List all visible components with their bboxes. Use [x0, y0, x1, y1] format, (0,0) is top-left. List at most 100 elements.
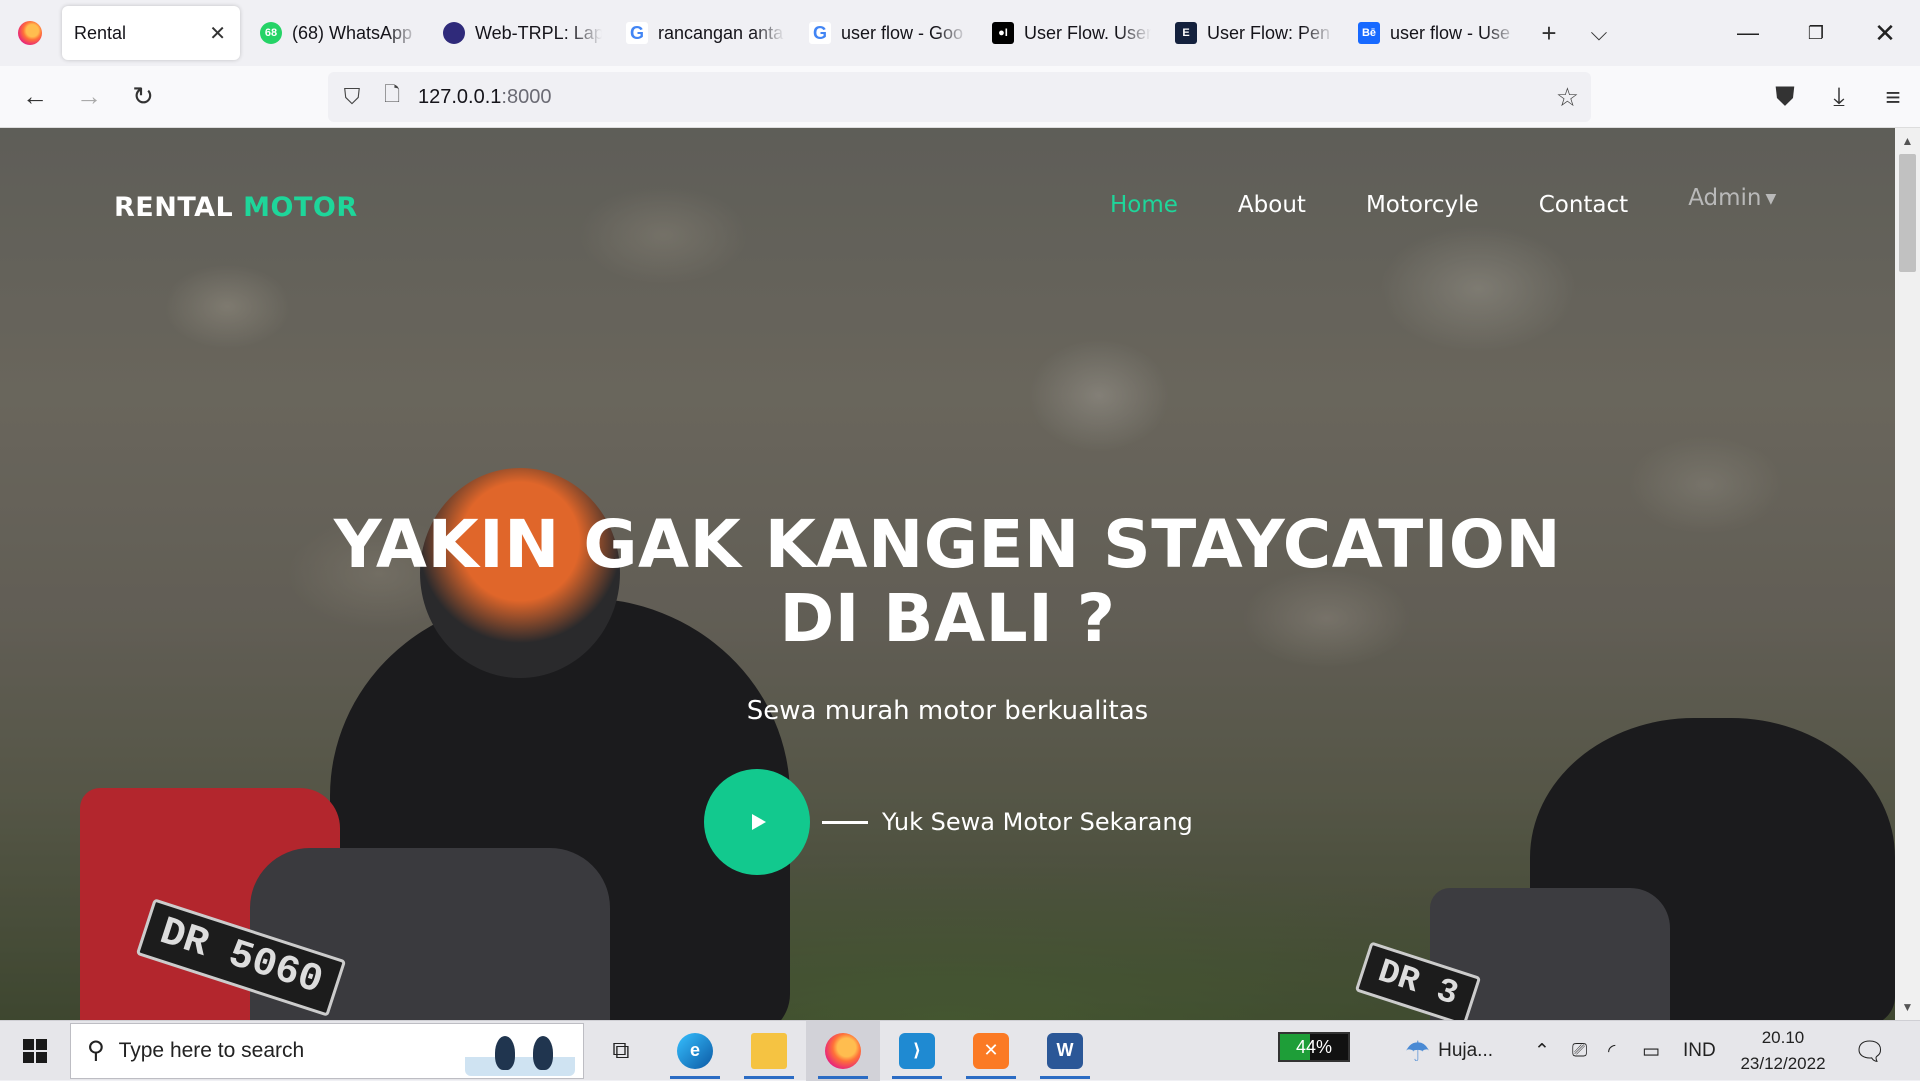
nav-admin-dropdown[interactable]: Admin ▼: [1688, 185, 1776, 211]
search-highlight-image: [465, 1027, 575, 1076]
close-icon[interactable]: ✕: [1852, 0, 1918, 66]
whatsapp-icon: 68: [260, 22, 282, 44]
page-icon: 🗋: [383, 84, 401, 106]
notification-icon[interactable]: 🗨: [1850, 1031, 1890, 1071]
nav-home[interactable]: Home: [1110, 192, 1178, 218]
tab-title: user flow - Goo: [841, 22, 964, 43]
task-view-icon[interactable]: ⧉: [584, 1021, 658, 1081]
caret-down-icon: ▼: [1765, 190, 1777, 207]
page-scrollbar[interactable]: ▲ ▼: [1895, 128, 1920, 1020]
meet-now-icon[interactable]: ⎚: [1572, 1021, 1587, 1081]
taskbar-search[interactable]: ⚲ Type here to search: [70, 1022, 584, 1079]
play-button[interactable]: [704, 769, 810, 875]
close-tab-icon[interactable]: ✕: [209, 21, 226, 46]
tab-rental[interactable]: Rental ✕: [62, 6, 240, 60]
hero-title: YAKIN GAK KANGEN STAYCATION DI BALI ?: [0, 508, 1895, 656]
shield-icon[interactable]: ⛉: [332, 77, 372, 117]
tab-rancangan[interactable]: G rancangan anta: [614, 6, 797, 60]
file-explorer-icon[interactable]: [732, 1021, 806, 1081]
language-indicator[interactable]: IND: [1683, 1021, 1716, 1081]
minimize-icon[interactable]: —: [1715, 0, 1781, 66]
url-port: :8000: [501, 85, 552, 108]
clock-date: 23/12/2022: [1740, 1054, 1826, 1073]
site-nav: Home About Motorcyle Contact Admin ▼: [1110, 185, 1836, 218]
browser-toolbar: ← → ↻ ⛉ 🗋 127.0.0.1:8000 ☆ ⛊ ⤓ ≡: [0, 66, 1920, 128]
tab-title: (68) WhatsApp: [292, 22, 413, 43]
cta-group: Yuk Sewa Motor Sekarang: [704, 769, 1193, 875]
bookmark-star-icon[interactable]: ☆: [1556, 82, 1579, 113]
address-bar[interactable]: ⛉ 🗋 127.0.0.1:8000 ☆: [328, 72, 1591, 122]
nav-about[interactable]: About: [1238, 192, 1306, 218]
windows-taskbar: ⚲ Type here to search ⧉ e ⟩ ✕ W 44% ☂ Hu…: [0, 1020, 1920, 1081]
rain-umbrella-icon: ☂: [1405, 1035, 1431, 1067]
nav-admin-label: Admin: [1688, 185, 1762, 211]
tab-web-trpl[interactable]: Web-TRPL: Lap: [431, 6, 614, 60]
tab-user-flow-google[interactable]: G user flow - Goo: [797, 6, 980, 60]
tab-user-flow-pen[interactable]: E User Flow: Pen: [1163, 6, 1346, 60]
show-hidden-icons[interactable]: ⌃: [1534, 1021, 1550, 1081]
tab-title: rancangan anta: [658, 22, 784, 43]
behance-icon: Bē: [1358, 22, 1380, 44]
plus-icon[interactable]: +: [1529, 13, 1569, 53]
tab-title: User Flow: Pen: [1207, 22, 1331, 43]
battery-meter[interactable]: 44%: [1278, 1032, 1350, 1062]
scroll-down-icon[interactable]: ▼: [1895, 996, 1920, 1018]
url-host: 127.0.0.1: [418, 85, 502, 108]
medium-icon: ●I: [992, 22, 1014, 44]
firefox-icon[interactable]: [18, 21, 42, 45]
reload-icon[interactable]: ↻: [116, 70, 170, 124]
edge-icon[interactable]: e: [658, 1021, 732, 1081]
search-icon: ⚲: [87, 1037, 105, 1064]
firefox-taskbar-icon[interactable]: [806, 1020, 880, 1081]
hero-title-line1: YAKIN GAK KANGEN STAYCATION: [333, 506, 1562, 583]
word-icon[interactable]: W: [1028, 1021, 1102, 1081]
download-icon[interactable]: ⤓: [1812, 70, 1866, 124]
site-logo[interactable]: RENTAL MOTOR: [114, 192, 358, 223]
weather-widget[interactable]: ☂ Huja...: [1405, 1021, 1493, 1081]
toolbar-right: ⛊ ⤓ ≡: [1758, 66, 1920, 128]
battery-icon[interactable]: ▭: [1642, 1021, 1660, 1081]
wifi-icon[interactable]: ◜: [1608, 1021, 1615, 1081]
nav-motorcycle[interactable]: Motorcyle: [1366, 192, 1479, 218]
tab-title: Rental: [74, 22, 127, 43]
windows-logo-icon: [23, 1038, 47, 1063]
hero-section: DR 5060 DR 3 RENTAL MOTOR Home About Mot…: [0, 128, 1895, 1020]
battery-percent: 44%: [1295, 1036, 1333, 1057]
menu-icon[interactable]: ≡: [1866, 70, 1920, 124]
site-content: RENTAL MOTOR Home About Motorcyle Contac…: [0, 128, 1895, 1020]
vscode-icon[interactable]: ⟩: [880, 1021, 954, 1081]
hero-title-line2: DI BALI ?: [779, 580, 1116, 657]
brand-accent: MOTOR: [243, 192, 358, 223]
pocket-icon[interactable]: ⛊: [1758, 70, 1812, 124]
tab-user-flow-medium[interactable]: ●I User Flow. User: [980, 6, 1163, 60]
xampp-icon[interactable]: ✕: [954, 1021, 1028, 1081]
browser-tabstrip: Rental ✕ 68 (68) WhatsApp Web-TRPL: Lap …: [0, 0, 1920, 66]
brand-main: RENTAL: [114, 192, 234, 223]
weather-text: Huja...: [1438, 1040, 1494, 1061]
tab-title: Web-TRPL: Lap: [475, 22, 602, 43]
university-logo-icon: [443, 22, 465, 44]
tab-title: user flow - Use: [1390, 22, 1511, 43]
tab-whatsapp[interactable]: 68 (68) WhatsApp: [248, 6, 431, 60]
tab-title: User Flow. User: [1024, 22, 1151, 43]
e-icon: E: [1175, 22, 1197, 44]
scroll-up-icon[interactable]: ▲: [1895, 130, 1920, 152]
forward-arrow-icon[interactable]: →: [62, 70, 116, 124]
start-button[interactable]: [0, 1021, 70, 1081]
tab-user-flow-behance[interactable]: Bē user flow - Use: [1346, 6, 1529, 60]
google-icon: G: [809, 22, 831, 44]
scroll-thumb[interactable]: [1899, 154, 1916, 272]
cta-divider: [822, 820, 868, 824]
nav-contact[interactable]: Contact: [1539, 192, 1628, 218]
clock-time: 20.10: [1761, 1028, 1805, 1047]
play-icon: [752, 814, 766, 830]
search-placeholder: Type here to search: [118, 1038, 305, 1062]
system-clock[interactable]: 20.10 23/12/2022: [1730, 1025, 1836, 1077]
cta-link[interactable]: Yuk Sewa Motor Sekarang: [882, 808, 1193, 836]
chevron-down-icon[interactable]: ⌵: [1579, 13, 1619, 53]
google-icon: G: [626, 22, 648, 44]
hero-subtitle: Sewa murah motor berkualitas: [746, 696, 1149, 726]
restore-icon[interactable]: ❐: [1783, 0, 1849, 66]
back-arrow-icon[interactable]: ←: [8, 70, 62, 124]
url-text[interactable]: 127.0.0.1:8000: [418, 86, 551, 109]
